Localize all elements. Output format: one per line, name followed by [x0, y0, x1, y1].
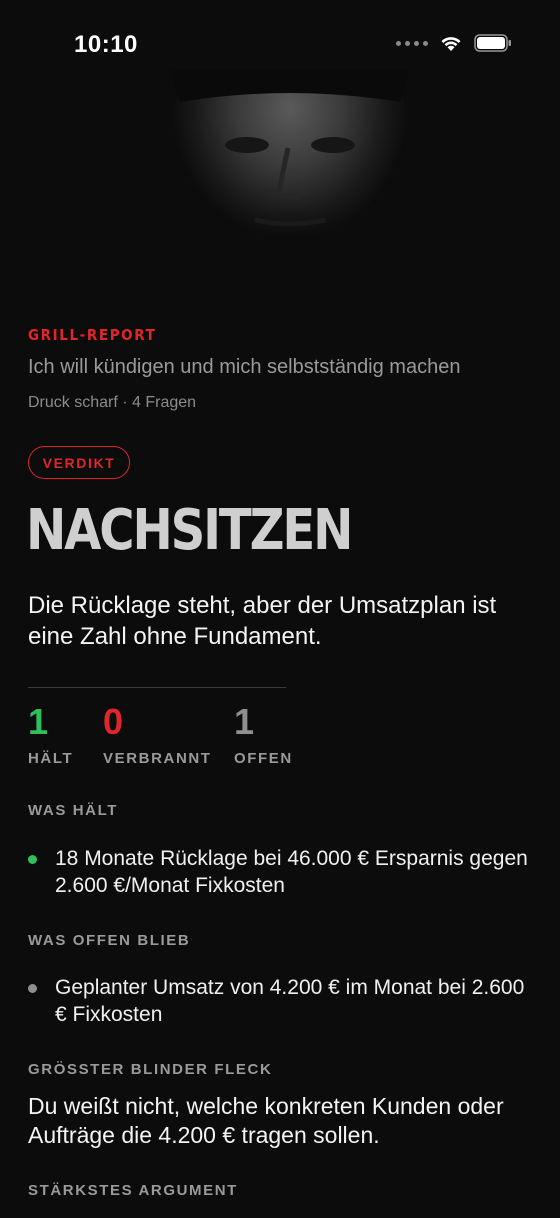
stat-open-label: OFFEN — [234, 750, 293, 767]
stats-divider — [28, 687, 286, 688]
stat-open-value: 1 — [234, 701, 255, 742]
stat-burned: 0 VERBRANNT — [103, 700, 212, 767]
stat-open: 1 OFFEN — [234, 700, 293, 767]
stat-holds-value: 1 — [28, 701, 49, 742]
section-holds-label: WAS HÄLT — [28, 802, 119, 819]
holds-list-item: 18 Monate Rücklage bei 46.000 € Ersparni… — [28, 845, 528, 899]
verdict-badge: VERDIKT — [28, 446, 130, 479]
report-meta: Druck scharf · 4 Fragen — [28, 394, 197, 411]
hero-portrait-image — [0, 70, 560, 280]
holds-item-text: 18 Monate Rücklage bei 46.000 € Ersparni… — [55, 847, 528, 897]
wifi-icon — [441, 36, 461, 51]
stat-burned-label: VERBRANNT — [103, 750, 212, 767]
gray-bullet-icon — [28, 984, 37, 993]
stat-holds: 1 HÄLT — [28, 700, 73, 767]
section-strongest-label: STÄRKSTES ARGUMENT — [28, 1182, 238, 1199]
status-time: 10:10 — [74, 31, 138, 58]
section-open-label: WAS OFFEN BLIEB — [28, 932, 191, 949]
open-list-item: Geplanter Umsatz von 4.200 € im Monat be… — [28, 974, 528, 1028]
report-kicker: GRILL-REPORT — [28, 326, 157, 344]
cellular-signal-icon — [396, 40, 428, 46]
stat-burned-value: 0 — [103, 701, 124, 742]
verdict-summary: Die Rücklage steht, aber der Umsatzplan … — [28, 592, 497, 650]
green-bullet-icon — [28, 855, 37, 864]
stat-holds-label: HÄLT — [28, 750, 74, 767]
section-blind-spot-label: GRÖSSTER BLINDER FLECK — [28, 1061, 273, 1078]
open-item-text: Geplanter Umsatz von 4.200 € im Monat be… — [55, 976, 525, 1026]
verdict-title: NACHSITZEN — [26, 498, 353, 563]
blind-spot-text: Du weißt nicht, welche konkreten Kunden … — [28, 1093, 504, 1148]
battery-icon — [474, 34, 511, 52]
report-subtitle: Ich will kündigen und mich selbstständig… — [28, 356, 461, 378]
status-icons — [396, 34, 512, 52]
